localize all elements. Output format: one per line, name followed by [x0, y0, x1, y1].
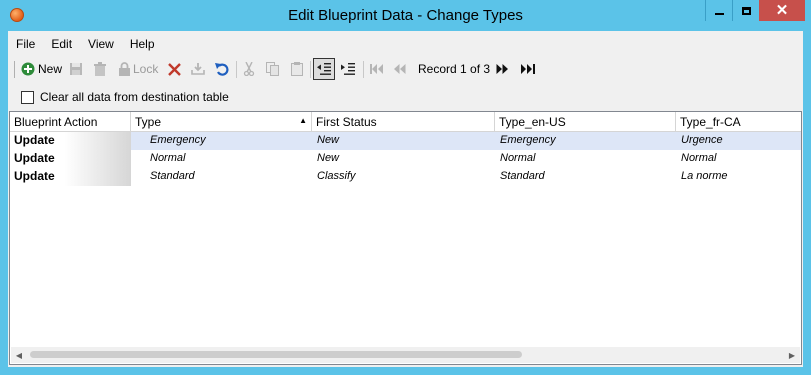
- client-area: File Edit View Help New Lock Record 1 of…: [8, 31, 803, 367]
- copy-button[interactable]: [266, 57, 279, 81]
- new-button[interactable]: New: [21, 57, 62, 81]
- first-status-cell[interactable]: New: [313, 132, 493, 150]
- delete-record-button[interactable]: [94, 57, 106, 81]
- type-en-us-cell[interactable]: Normal: [496, 150, 676, 168]
- first-record-button[interactable]: [370, 57, 383, 81]
- minimize-button[interactable]: [705, 0, 732, 21]
- table-row[interactable]: Update Normal New Normal Normal: [10, 150, 801, 168]
- type-en-us-cell[interactable]: Emergency: [496, 132, 676, 150]
- save-icon: [70, 63, 82, 75]
- scissors-icon: [243, 62, 255, 76]
- next-record-icon: [496, 64, 508, 74]
- toolbar-grip: [14, 61, 15, 78]
- sort-ascending-icon: ▲: [299, 116, 307, 125]
- cut-button[interactable]: [243, 57, 255, 81]
- column-header-type[interactable]: Type ▲: [131, 112, 312, 131]
- first-record-icon: [370, 64, 383, 74]
- record-text: Record 1 of 3: [418, 62, 491, 76]
- column-header-blueprint-action[interactable]: Blueprint Action: [10, 112, 131, 131]
- type-cell[interactable]: Normal: [146, 150, 312, 168]
- menu-view[interactable]: View: [80, 34, 122, 54]
- column-header-first-status[interactable]: First Status: [312, 112, 495, 131]
- last-record-button[interactable]: [521, 57, 535, 81]
- menu-help[interactable]: Help: [122, 34, 163, 54]
- scrollbar-thumb[interactable]: [30, 351, 522, 358]
- column-header-type-en-us[interactable]: Type_en-US: [495, 112, 676, 131]
- first-status-cell[interactable]: New: [313, 150, 493, 168]
- horizontal-scrollbar[interactable]: ◀ ▶: [11, 347, 800, 363]
- toolbar-separator: [363, 61, 364, 78]
- lock-label: Lock: [133, 62, 159, 76]
- x-icon: [168, 62, 181, 76]
- record-indicator: Record 1 of 3: [418, 57, 490, 81]
- maximize-button[interactable]: [732, 0, 759, 21]
- column-header-type-label: Type: [135, 115, 162, 129]
- trash-icon: [94, 62, 106, 76]
- previous-record-button[interactable]: [393, 57, 406, 81]
- table-row[interactable]: Update Standard Classify Standard La nor…: [10, 168, 801, 186]
- menu-edit[interactable]: Edit: [43, 34, 80, 54]
- outdent-button[interactable]: [313, 58, 335, 80]
- type-cell[interactable]: Emergency: [146, 132, 312, 150]
- close-icon: ✕: [775, 2, 789, 19]
- undo-icon: [215, 63, 229, 76]
- last-record-icon: [521, 64, 535, 74]
- cancel-button[interactable]: [168, 57, 181, 81]
- lock-button[interactable]: Lock: [119, 57, 158, 81]
- scroll-right-icon[interactable]: ▶: [784, 347, 800, 363]
- maximize-icon: [741, 6, 751, 15]
- table-row[interactable]: Update Emergency New Emergency Urgence: [10, 132, 801, 150]
- copy-icon: [266, 62, 279, 76]
- download-icon: [191, 63, 205, 75]
- undo-button[interactable]: [215, 57, 229, 81]
- outdent-icon: [317, 63, 331, 75]
- minimize-icon: [714, 12, 724, 15]
- new-label: New: [38, 62, 63, 76]
- window-title: Edit Blueprint Data - Change Types: [288, 7, 523, 24]
- data-grid[interactable]: Blueprint Action Type ▲ First Status Typ…: [9, 111, 802, 365]
- toolbar-separator: [310, 61, 311, 78]
- lock-icon: [119, 62, 130, 76]
- action-cell[interactable]: Update: [10, 132, 131, 150]
- window: Edit Blueprint Data - Change Types ✕ Fil…: [0, 0, 811, 375]
- toolbar: New Lock Record 1 of 3: [8, 57, 803, 81]
- paste-button[interactable]: [291, 57, 303, 81]
- action-cell[interactable]: Update: [10, 150, 131, 168]
- toolbar-separator: [236, 61, 237, 78]
- close-button[interactable]: ✕: [759, 0, 805, 21]
- clear-data-checkbox[interactable]: [21, 91, 34, 104]
- add-icon: [21, 62, 35, 76]
- import-button[interactable]: [191, 57, 205, 81]
- column-header-type-fr-ca[interactable]: Type_fr-CA: [676, 112, 801, 131]
- action-cell[interactable]: Update: [10, 168, 131, 186]
- options-bar: Clear all data from destination table: [8, 84, 803, 110]
- menu-file[interactable]: File: [8, 34, 43, 54]
- type-fr-ca-cell[interactable]: La norme: [677, 168, 801, 186]
- menu-bar: File Edit View Help: [8, 34, 163, 54]
- previous-record-icon: [394, 64, 406, 74]
- type-fr-ca-cell[interactable]: Urgence: [677, 132, 801, 150]
- clear-data-label[interactable]: Clear all data from destination table: [40, 90, 229, 104]
- type-en-us-cell[interactable]: Standard: [496, 168, 676, 186]
- indent-button[interactable]: [341, 57, 355, 81]
- scroll-left-icon[interactable]: ◀: [11, 347, 27, 363]
- first-status-cell[interactable]: Classify: [313, 168, 493, 186]
- next-record-button[interactable]: [496, 57, 509, 81]
- type-cell[interactable]: Standard: [146, 168, 312, 186]
- paste-icon: [291, 62, 303, 76]
- title-bar: Edit Blueprint Data - Change Types ✕: [0, 0, 811, 30]
- indent-icon: [341, 63, 355, 75]
- type-fr-ca-cell[interactable]: Normal: [677, 150, 801, 168]
- save-button[interactable]: [69, 57, 83, 81]
- grid-header: Blueprint Action Type ▲ First Status Typ…: [10, 112, 801, 132]
